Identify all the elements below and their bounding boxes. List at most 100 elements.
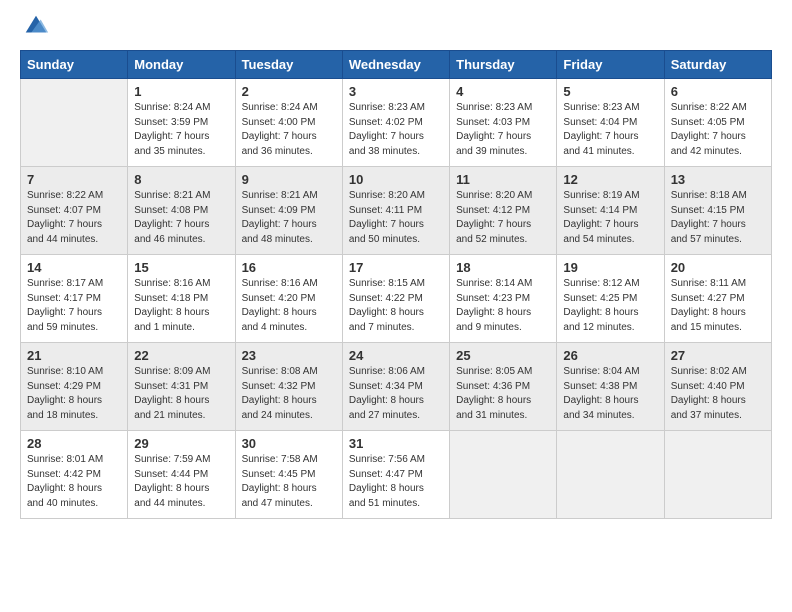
- day-number: 3: [349, 84, 443, 99]
- cell-info: Sunrise: 8:02 AMSunset: 4:40 PMDaylight:…: [671, 365, 765, 423]
- calendar-cell: 6 Sunrise: 8:22 AMSunset: 4:05 PMDaylight…: [664, 79, 771, 167]
- day-number: 9: [242, 172, 336, 187]
- day-number: 16: [242, 260, 336, 275]
- day-number: 4: [456, 84, 550, 99]
- day-header-saturday: Saturday: [664, 51, 771, 79]
- calendar-cell: [21, 79, 128, 167]
- calendar-cell: 8 Sunrise: 8:21 AMSunset: 4:08 PMDaylight…: [128, 167, 235, 255]
- day-number: 21: [27, 348, 121, 363]
- day-number: 7: [27, 172, 121, 187]
- calendar-cell: [450, 431, 557, 519]
- day-header-sunday: Sunday: [21, 51, 128, 79]
- cell-info: Sunrise: 8:19 AMSunset: 4:14 PMDaylight:…: [563, 189, 657, 247]
- calendar-cell: 20 Sunrise: 8:11 AMSunset: 4:27 PMDayligh…: [664, 255, 771, 343]
- calendar-cell: 17 Sunrise: 8:15 AMSunset: 4:22 PMDayligh…: [342, 255, 449, 343]
- day-number: 8: [134, 172, 228, 187]
- cell-info: Sunrise: 8:22 AMSunset: 4:07 PMDaylight:…: [27, 189, 121, 247]
- cell-info: Sunrise: 8:22 AMSunset: 4:05 PMDaylight:…: [671, 101, 765, 159]
- calendar-cell: 11 Sunrise: 8:20 AMSunset: 4:12 PMDayligh…: [450, 167, 557, 255]
- calendar-cell: 25Sunrise: 8:05 AMSunset: 4:36 PMDayligh…: [450, 343, 557, 431]
- calendar-table: SundayMondayTuesdayWednesdayThursdayFrid…: [20, 50, 772, 519]
- calendar-cell: 14 Sunrise: 8:17 AMSunset: 4:17 PMDayligh…: [21, 255, 128, 343]
- day-header-monday: Monday: [128, 51, 235, 79]
- day-number: 31: [349, 436, 443, 451]
- calendar-cell: 1 Sunrise: 8:24 AMSunset: 3:59 PMDaylight…: [128, 79, 235, 167]
- cell-info: Sunrise: 8:05 AMSunset: 4:36 PMDaylight:…: [456, 365, 550, 423]
- cell-info: Sunrise: 8:24 AMSunset: 4:00 PMDaylight:…: [242, 101, 336, 159]
- day-number: 24: [349, 348, 443, 363]
- cell-info: Sunrise: 8:21 AMSunset: 4:08 PMDaylight:…: [134, 189, 228, 247]
- header-row: SundayMondayTuesdayWednesdayThursdayFrid…: [21, 51, 772, 79]
- day-header-thursday: Thursday: [450, 51, 557, 79]
- calendar-cell: 22 Sunrise: 8:09 AMSunset: 4:31 PMDayligh…: [128, 343, 235, 431]
- week-row-5: 28 Sunrise: 8:01 AMSunset: 4:42 PMDayligh…: [21, 431, 772, 519]
- day-number: 19: [563, 260, 657, 275]
- cell-info: Sunrise: 8:20 AMSunset: 4:12 PMDaylight:…: [456, 189, 550, 247]
- day-number: 29: [134, 436, 228, 451]
- calendar-cell: 12Sunrise: 8:19 AMSunset: 4:14 PMDayligh…: [557, 167, 664, 255]
- day-number: 5: [563, 84, 657, 99]
- calendar-cell: 3 Sunrise: 8:23 AMSunset: 4:02 PMDaylight…: [342, 79, 449, 167]
- calendar-cell: [557, 431, 664, 519]
- week-row-4: 21 Sunrise: 8:10 AMSunset: 4:29 PMDayligh…: [21, 343, 772, 431]
- cell-info: Sunrise: 8:16 AMSunset: 4:18 PMDaylight:…: [134, 277, 228, 335]
- calendar-cell: [664, 431, 771, 519]
- calendar-cell: 4 Sunrise: 8:23 AMSunset: 4:03 PMDaylight…: [450, 79, 557, 167]
- cell-info: Sunrise: 8:23 AMSunset: 4:03 PMDaylight:…: [456, 101, 550, 159]
- cell-info: Sunrise: 8:14 AMSunset: 4:23 PMDaylight:…: [456, 277, 550, 335]
- logo-icon: [22, 12, 50, 40]
- day-header-friday: Friday: [557, 51, 664, 79]
- day-header-wednesday: Wednesday: [342, 51, 449, 79]
- cell-info: Sunrise: 8:09 AMSunset: 4:31 PMDaylight:…: [134, 365, 228, 423]
- cell-info: Sunrise: 8:11 AMSunset: 4:27 PMDaylight:…: [671, 277, 765, 335]
- day-number: 1: [134, 84, 228, 99]
- day-number: 28: [27, 436, 121, 451]
- calendar-cell: 16 Sunrise: 8:16 AMSunset: 4:20 PMDayligh…: [235, 255, 342, 343]
- day-number: 23: [242, 348, 336, 363]
- week-row-3: 14 Sunrise: 8:17 AMSunset: 4:17 PMDayligh…: [21, 255, 772, 343]
- day-number: 13: [671, 172, 765, 187]
- cell-info: Sunrise: 8:17 AMSunset: 4:17 PMDaylight:…: [27, 277, 121, 335]
- calendar-cell: 30 Sunrise: 7:58 AMSunset: 4:45 PMDayligh…: [235, 431, 342, 519]
- day-number: 14: [27, 260, 121, 275]
- day-number: 17: [349, 260, 443, 275]
- cell-info: Sunrise: 8:24 AMSunset: 3:59 PMDaylight:…: [134, 101, 228, 159]
- calendar-cell: 9Sunrise: 8:21 AMSunset: 4:09 PMDaylight…: [235, 167, 342, 255]
- calendar-cell: 24Sunrise: 8:06 AMSunset: 4:34 PMDayligh…: [342, 343, 449, 431]
- logo: [20, 16, 50, 40]
- day-header-tuesday: Tuesday: [235, 51, 342, 79]
- calendar-cell: 26 Sunrise: 8:04 AMSunset: 4:38 PMDayligh…: [557, 343, 664, 431]
- day-number: 22: [134, 348, 228, 363]
- calendar-cell: 27 Sunrise: 8:02 AMSunset: 4:40 PMDayligh…: [664, 343, 771, 431]
- cell-info: Sunrise: 8:04 AMSunset: 4:38 PMDaylight:…: [563, 365, 657, 423]
- cell-info: Sunrise: 8:08 AMSunset: 4:32 PMDaylight:…: [242, 365, 336, 423]
- cell-info: Sunrise: 8:16 AMSunset: 4:20 PMDaylight:…: [242, 277, 336, 335]
- calendar-cell: 7 Sunrise: 8:22 AMSunset: 4:07 PMDaylight…: [21, 167, 128, 255]
- cell-info: Sunrise: 8:01 AMSunset: 4:42 PMDaylight:…: [27, 453, 121, 511]
- day-number: 20: [671, 260, 765, 275]
- cell-info: Sunrise: 8:20 AMSunset: 4:11 PMDaylight:…: [349, 189, 443, 247]
- calendar-cell: 2 Sunrise: 8:24 AMSunset: 4:00 PMDaylight…: [235, 79, 342, 167]
- calendar-cell: 23 Sunrise: 8:08 AMSunset: 4:32 PMDayligh…: [235, 343, 342, 431]
- cell-info: Sunrise: 7:59 AMSunset: 4:44 PMDaylight:…: [134, 453, 228, 511]
- calendar-cell: 13Sunrise: 8:18 AMSunset: 4:15 PMDayligh…: [664, 167, 771, 255]
- day-number: 26: [563, 348, 657, 363]
- day-number: 11: [456, 172, 550, 187]
- day-number: 30: [242, 436, 336, 451]
- calendar-cell: 28 Sunrise: 8:01 AMSunset: 4:42 PMDayligh…: [21, 431, 128, 519]
- header: [20, 16, 772, 40]
- day-number: 2: [242, 84, 336, 99]
- cell-info: Sunrise: 8:23 AMSunset: 4:02 PMDaylight:…: [349, 101, 443, 159]
- cell-info: Sunrise: 7:58 AMSunset: 4:45 PMDaylight:…: [242, 453, 336, 511]
- cell-info: Sunrise: 7:56 AMSunset: 4:47 PMDaylight:…: [349, 453, 443, 511]
- calendar-cell: 21 Sunrise: 8:10 AMSunset: 4:29 PMDayligh…: [21, 343, 128, 431]
- day-number: 27: [671, 348, 765, 363]
- week-row-2: 7 Sunrise: 8:22 AMSunset: 4:07 PMDaylight…: [21, 167, 772, 255]
- calendar-cell: 18Sunrise: 8:14 AMSunset: 4:23 PMDayligh…: [450, 255, 557, 343]
- calendar-cell: 15Sunrise: 8:16 AMSunset: 4:18 PMDayligh…: [128, 255, 235, 343]
- cell-info: Sunrise: 8:15 AMSunset: 4:22 PMDaylight:…: [349, 277, 443, 335]
- cell-info: Sunrise: 8:10 AMSunset: 4:29 PMDaylight:…: [27, 365, 121, 423]
- day-number: 6: [671, 84, 765, 99]
- calendar-cell: 5Sunrise: 8:23 AMSunset: 4:04 PMDaylight…: [557, 79, 664, 167]
- day-number: 10: [349, 172, 443, 187]
